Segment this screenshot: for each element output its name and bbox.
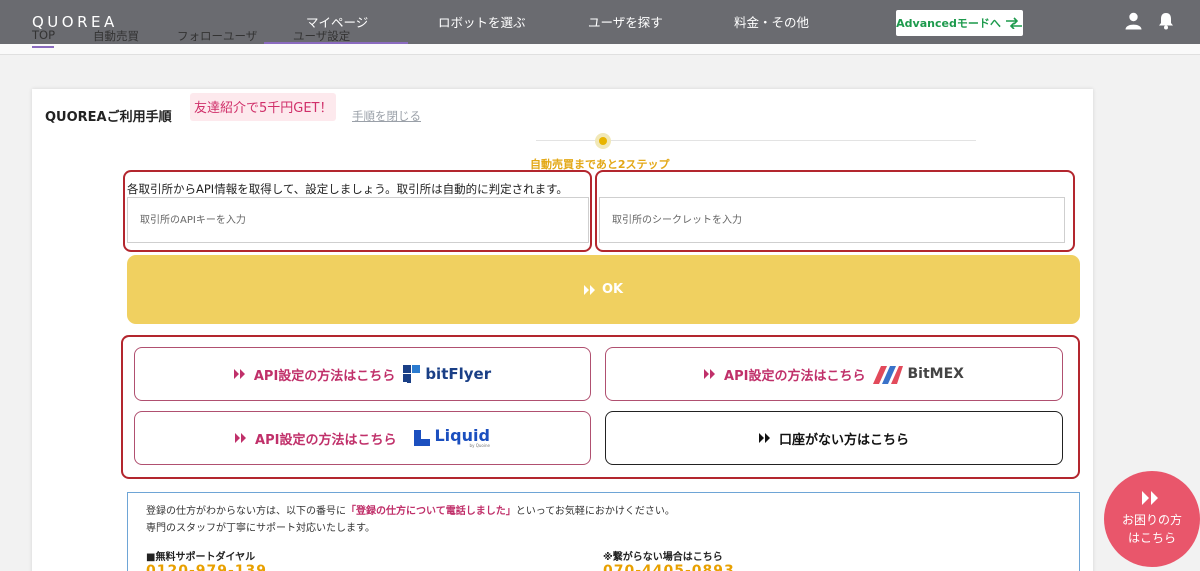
nav-find-users[interactable]: ユーザを探す (588, 12, 663, 31)
steps-title: QUOREAご利用手順 (45, 110, 172, 125)
subnav-follow-users[interactable]: フォローユーザ (177, 28, 257, 44)
ok-label: OK (601, 282, 624, 297)
advanced-mode-label: Advancedモードへ (896, 17, 1001, 30)
bell-icon[interactable] (1158, 12, 1174, 30)
api-key-highlight (123, 170, 592, 252)
alt-dial-label: ※繋がらない場合はこちら (603, 552, 723, 563)
help-bubble-line-2: はこちら (1127, 531, 1176, 545)
support-line-1-pre: 登録の仕方がわからない方は、以下の番号に (146, 506, 346, 517)
api-secret-highlight (595, 170, 1075, 252)
bitmex-logo: BitMEX (873, 364, 964, 384)
api-guide-label: API設定の方法はこちら (724, 368, 866, 384)
advanced-mode-button[interactable]: Advancedモードへ (896, 10, 1023, 36)
liquid-api-guide-button[interactable]: API設定の方法はこちら Liquid by Quoine (134, 411, 591, 465)
no-account-button[interactable]: 口座がない方はこちら (605, 411, 1063, 465)
subnav-top[interactable]: TOP (32, 28, 55, 42)
nav-choose-robot[interactable]: ロボットを選ぶ (438, 12, 526, 31)
liquid-wordmark: Liquid (434, 426, 490, 445)
subnav-strip (0, 44, 1200, 55)
help-bubble-line-1: お困りの方 (1121, 513, 1182, 527)
user-icon[interactable] (1125, 12, 1142, 30)
help-bubble-button[interactable]: お困りの方 はこちら (1104, 471, 1200, 567)
api-guide-label: API設定の方法はこちら (253, 368, 396, 384)
double-chevron-icon (235, 433, 247, 443)
support-line-2: 専門のスタッフが丁寧にサポート対応いたします。 (146, 523, 375, 534)
liquid-logo: Liquid by Quoine (414, 426, 490, 448)
support-line-1-post: といってお気軽におかけください。 (515, 506, 675, 517)
double-chevron-icon (233, 369, 245, 379)
bitflyer-wordmark: bitFlyer (425, 365, 492, 383)
alt-dial-number[interactable]: 070-4405-0893 (603, 563, 735, 571)
bitflyer-logo: bitFlyer (403, 365, 491, 383)
support-line-1-em: 「登録の仕方について電話しました」 (346, 506, 516, 517)
bitmex-mark-icon (873, 366, 904, 384)
double-chevron-icon (1142, 491, 1158, 505)
liquid-by-quoine: by Quoine (469, 443, 490, 448)
api-guide-label: API設定の方法はこちら (255, 432, 397, 448)
no-account-label: 口座がない方はこちら (778, 432, 909, 448)
ok-button[interactable]: OK (127, 255, 1080, 324)
subnav-auto-trade[interactable]: 自動売買 (93, 28, 139, 44)
bitflyer-mark-icon (403, 365, 421, 383)
free-dial-label: ■無料サポートダイヤル (146, 552, 256, 563)
support-line-1: 登録の仕方がわからない方は、以下の番号に「登録の仕方について電話しました」といっ… (146, 502, 675, 517)
subnav-active-indicator (32, 46, 54, 48)
close-steps-link[interactable]: 手順を閉じる (352, 108, 421, 124)
bitmex-api-guide-button[interactable]: API設定の方法はこちら BitMEX (605, 347, 1063, 401)
progress-dot (595, 133, 611, 149)
bitmex-wordmark: BitMEX (907, 366, 964, 382)
double-chevron-icon (758, 433, 770, 443)
liquid-mark-icon (414, 430, 431, 446)
free-dial-number[interactable]: 0120-979-139 (146, 563, 267, 571)
swap-arrows-icon (1005, 17, 1022, 29)
nav-pricing-other[interactable]: 料金・その他 (734, 12, 809, 31)
double-chevron-icon (583, 284, 595, 295)
friend-referral-badge[interactable]: 友達紹介で5千円GET！ (190, 93, 336, 121)
double-chevron-icon (704, 369, 716, 379)
bitflyer-api-guide-button[interactable]: API設定の方法はこちら bitFlyer (134, 347, 591, 401)
